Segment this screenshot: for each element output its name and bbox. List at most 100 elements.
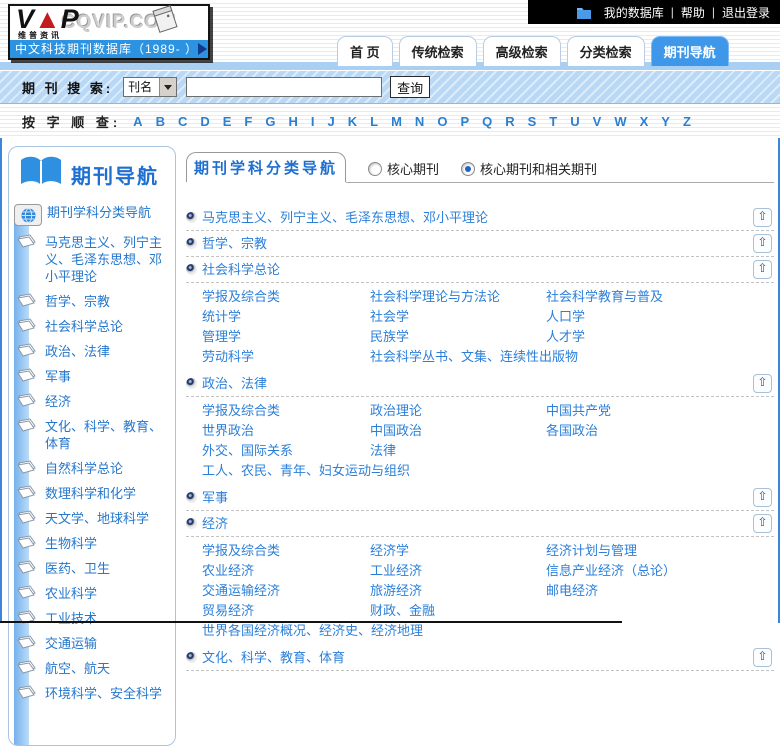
subcategory-link[interactable]: 社会科学丛书、文集、连续性出版物 (370, 347, 754, 366)
subcategory-link[interactable]: 人才学 (546, 327, 754, 346)
subcategory-link[interactable]: 贸易经济 (202, 601, 370, 620)
subcategory-link[interactable]: 工业经济 (370, 561, 546, 580)
subcategory-link[interactable]: 社会科学理论与方法论 (370, 287, 546, 306)
tab-advanced-search[interactable]: 高级检索 (482, 36, 561, 66)
letter-link[interactable]: R (505, 114, 514, 129)
letter-link[interactable]: B (156, 114, 165, 129)
sidebar-item-agriculture[interactable]: 农业科学 (9, 581, 175, 606)
sidebar-item-politics-law[interactable]: 政治、法律 (9, 339, 175, 364)
letter-link[interactable]: X (640, 114, 649, 129)
letter-link[interactable]: D (200, 114, 209, 129)
letter-link[interactable]: S (528, 114, 537, 129)
collapse-up-button[interactable]: ⇧ (753, 488, 772, 507)
letter-link[interactable]: O (437, 114, 447, 129)
sidebar-item-environment-safety[interactable]: 环境科学、安全科学 (9, 681, 175, 706)
letter-link[interactable]: V (593, 114, 602, 129)
sidebar-item-astronomy-earth[interactable]: 天文学、地球科学 (9, 506, 175, 531)
query-button[interactable]: 查询 (390, 76, 431, 98)
letter-link[interactable]: G (265, 114, 275, 129)
subcategory-link[interactable]: 管理学 (202, 327, 370, 346)
letter-link[interactable]: F (244, 114, 252, 129)
logout-link[interactable]: 退出登录 (722, 4, 770, 21)
radio-core-journals[interactable]: 核心期刊 (368, 159, 439, 178)
collapse-up-button[interactable]: ⇧ (753, 260, 772, 279)
radio-core-and-related-journals[interactable]: 核心期刊和相关期刊 (461, 159, 597, 178)
sidebar-item-natural-science[interactable]: 自然科学总论 (9, 456, 175, 481)
letter-link[interactable]: E (223, 114, 232, 129)
collapse-up-button[interactable]: ⇧ (753, 514, 772, 533)
subcategory-link[interactable]: 劳动科学 (202, 347, 370, 366)
letter-link[interactable]: Y (661, 114, 670, 129)
subcategory-link[interactable]: 邮电经济 (546, 581, 754, 600)
subcategory-link[interactable]: 人口学 (546, 307, 754, 326)
letter-link[interactable]: U (570, 114, 579, 129)
subcategory-link[interactable]: 统计学 (202, 307, 370, 326)
subcategory-link[interactable]: 工人、农民、青年、妇女运动与组织 (202, 461, 754, 480)
letter-link[interactable]: Q (482, 114, 492, 129)
subcategory-link[interactable]: 社会学 (370, 307, 546, 326)
sidebar-item-journal-category-nav[interactable]: 期刊学科分类导航 (9, 200, 175, 230)
letter-link[interactable]: P (460, 114, 469, 129)
subcategory-link[interactable]: 经济计划与管理 (546, 541, 754, 560)
search-field-select[interactable]: 刊名 (123, 77, 178, 97)
category-link[interactable]: 文化、科学、教育、体育 (202, 650, 345, 665)
subcategory-link[interactable]: 信息产业经济（总论） (546, 561, 754, 580)
site-logo[interactable]: CQVIP.COM V▲P 维普资讯 中文科技期刊数据库（1989- ） (8, 4, 210, 60)
collapse-up-button[interactable]: ⇧ (753, 374, 772, 393)
radio-icon[interactable] (368, 161, 382, 176)
category-link[interactable]: 哲学、宗教 (202, 236, 267, 251)
letter-link[interactable]: M (391, 114, 402, 129)
sidebar-item-military[interactable]: 军事 (9, 364, 175, 389)
subcategory-link[interactable]: 旅游经济 (370, 581, 546, 600)
category-link[interactable]: 马克思主义、列宁主义、毛泽东思想、邓小平理论 (202, 210, 488, 225)
letter-link[interactable]: H (288, 114, 297, 129)
category-link[interactable]: 社会科学总论 (202, 262, 280, 277)
subcategory-link[interactable]: 世界各国经济概况、经济史、经济地理 (202, 621, 754, 640)
subcategory-link[interactable]: 各国政治 (546, 421, 754, 440)
sidebar-item-transportation[interactable]: 交通运输 (9, 631, 175, 656)
subcategory-link[interactable]: 学报及综合类 (202, 541, 370, 560)
subcategory-link[interactable]: 世界政治 (202, 421, 370, 440)
subcategory-link[interactable]: 学报及综合类 (202, 401, 370, 420)
radio-icon-selected[interactable] (461, 161, 476, 176)
help-link[interactable]: 帮助 (681, 4, 705, 21)
subcategory-link[interactable]: 财政、金融 (370, 601, 754, 620)
search-input[interactable] (186, 77, 383, 97)
subcategory-link[interactable]: 政治理论 (370, 401, 546, 420)
tab-home[interactable]: 首 页 (337, 36, 393, 66)
letter-link[interactable]: C (178, 114, 187, 129)
collapse-up-button[interactable]: ⇧ (753, 234, 772, 253)
subcategory-link[interactable]: 社会科学教育与普及 (546, 287, 754, 306)
sidebar-item-culture-science-education-sports[interactable]: 文化、科学、教育、体育 (9, 414, 175, 456)
collapse-up-button[interactable]: ⇧ (753, 208, 772, 227)
subcategory-link[interactable]: 民族学 (370, 327, 546, 346)
tab-journal-subject-navigation[interactable]: 期刊学科分类导航 (186, 152, 346, 182)
collapse-up-button[interactable]: ⇧ (753, 648, 772, 667)
tab-category-search[interactable]: 分类检索 (566, 36, 645, 66)
subcategory-link[interactable]: 外交、国际关系 (202, 441, 370, 460)
letter-link[interactable]: A (133, 114, 142, 129)
subcategory-link[interactable]: 中国政治 (370, 421, 546, 440)
sidebar-item-math-chemistry[interactable]: 数理科学和化学 (9, 481, 175, 506)
subcategory-link[interactable]: 学报及综合类 (202, 287, 370, 306)
sidebar-item-marxism[interactable]: 马克思主义、列宁主义、毛泽东思想、邓小平理论 (9, 230, 175, 289)
letter-link[interactable]: I (311, 114, 315, 129)
letter-link[interactable]: L (370, 114, 378, 129)
subcategory-link[interactable]: 中国共产党 (546, 401, 754, 420)
sidebar-item-economy[interactable]: 经济 (9, 389, 175, 414)
sidebar-item-industrial-tech[interactable]: 工业技术 (9, 606, 175, 631)
sidebar-item-biology[interactable]: 生物科学 (9, 531, 175, 556)
letter-link[interactable]: W (614, 114, 626, 129)
sidebar-item-aviation-aerospace[interactable]: 航空、航天 (9, 656, 175, 681)
subcategory-link[interactable]: 法律 (370, 441, 754, 460)
sidebar-item-social-science[interactable]: 社会科学总论 (9, 314, 175, 339)
chevron-down-icon[interactable] (159, 78, 177, 96)
category-link[interactable]: 经济 (202, 516, 228, 531)
tab-traditional-search[interactable]: 传统检索 (398, 36, 477, 66)
letter-link[interactable]: Z (683, 114, 691, 129)
subcategory-link[interactable]: 经济学 (370, 541, 546, 560)
letter-link[interactable]: T (549, 114, 557, 129)
tab-journal-navigation[interactable]: 期刊导航 (650, 36, 729, 66)
subcategory-link[interactable]: 交通运输经济 (202, 581, 370, 600)
letter-link[interactable]: N (415, 114, 424, 129)
